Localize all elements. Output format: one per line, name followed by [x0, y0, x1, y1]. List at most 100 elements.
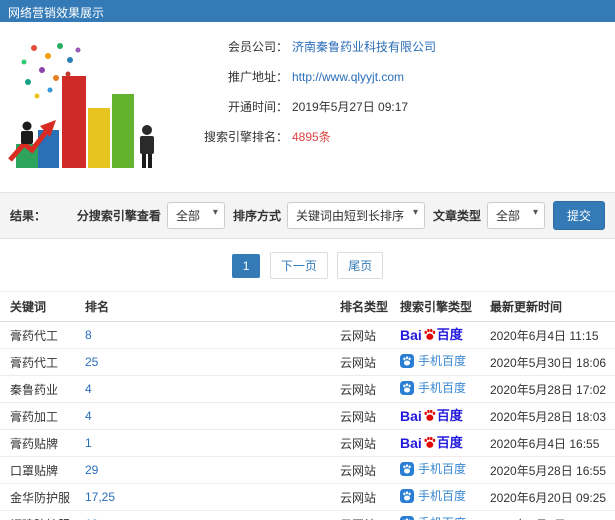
table-row: 膏药代工 8 云网站 Bai 百度 2020年6月4日 11:15: [0, 321, 615, 349]
cell-update-time: 2020年6月4日 11:15: [490, 321, 615, 349]
paw-icon: [424, 409, 436, 421]
header-engine-type: 搜索引擎类型: [400, 291, 490, 322]
rank-link[interactable]: 17,25: [85, 490, 115, 504]
mobile-baidu-icon: [400, 380, 414, 395]
info-row-open-time: 开通时间： 2019年5月27日 09:17: [180, 98, 436, 115]
ranking-table: 关键词 排名 排名类型 搜索引擎类型 最新更新时间 膏药代工 8 云网站 Bai…: [0, 291, 615, 520]
cell-rank: 4: [85, 375, 340, 403]
header-keyword: 关键词: [0, 291, 85, 322]
cell-keyword: 口罩贴牌: [0, 456, 85, 484]
cell-rank: 29: [85, 456, 340, 484]
cell-update-time: 2020年5月30日 18:06: [490, 348, 615, 376]
table-row: 福建防护服 10 云网站 手机百度 2020年6月4日 11:10: [0, 510, 615, 520]
rank-link[interactable]: 4: [85, 382, 92, 396]
submit-button[interactable]: 提交: [552, 201, 605, 230]
info-row-ranking-count: 搜索引擎排名： 4895条: [180, 128, 436, 145]
company-label: 会员公司：: [227, 40, 288, 54]
cell-update-time: 2020年6月20日 09:25: [490, 483, 615, 511]
chevron-down-icon: ▾: [412, 207, 418, 218]
mobile-baidu-icon: [400, 353, 414, 368]
promo-url-link[interactable]: http://www.qlyyjt.com: [292, 70, 404, 84]
cell-update-time: 2020年6月4日 11:10: [490, 510, 615, 520]
cell-update-time: 2020年5月28日 18:03: [490, 402, 615, 430]
cell-rank: 8: [85, 321, 340, 349]
mobile-baidu-label: 手机百度: [418, 488, 467, 503]
cell-engine: Bai 百度: [400, 321, 490, 349]
cell-rank-type: 云网站: [340, 483, 400, 511]
ranking-count-value: 4895条: [292, 130, 331, 144]
rank-link[interactable]: 25: [85, 355, 98, 369]
filter-bar: 结果： 分搜索引擎查看 全部 ▾ 排序方式 关键词由短到长排序 ▾ 文章类型 全…: [0, 192, 615, 239]
mobile-baidu-logo: 手机百度: [400, 353, 467, 368]
paw-icon: [424, 436, 436, 448]
page-number-current[interactable]: 1: [231, 254, 261, 278]
open-time-value: 2019年5月27日 09:17: [292, 100, 409, 114]
cell-rank-type: 云网站: [340, 375, 400, 403]
rank-link[interactable]: 1: [85, 436, 92, 450]
chevron-down-icon: ▾: [212, 207, 218, 218]
rank-link[interactable]: 8: [85, 328, 92, 342]
open-time-label: 开通时间：: [227, 100, 288, 114]
engine-filter-value: 全部: [175, 209, 200, 223]
page-title: 网络营销效果展示: [8, 6, 105, 20]
cell-update-time: 2020年5月28日 16:55: [490, 456, 615, 484]
cell-keyword: 膏药贴牌: [0, 429, 85, 457]
table-row: 膏药代工 25 云网站 手机百度 2020年5月30日 18:06: [0, 348, 615, 376]
rank-link[interactable]: 4: [85, 409, 92, 423]
member-info: 会员公司： 济南秦鲁药业科技有限公司 推广地址： http://www.qlyy…: [180, 30, 436, 182]
mobile-baidu-label: 手机百度: [418, 517, 466, 520]
article-type-label: 文章类型: [432, 209, 481, 223]
mobile-baidu-logo: 手机百度: [400, 380, 467, 395]
company-name-link[interactable]: 济南秦鲁药业科技有限公司: [292, 38, 436, 55]
rank-link[interactable]: 29: [85, 463, 98, 477]
cell-rank-type: 云网站: [340, 510, 400, 520]
mobile-baidu-logo: 手机百度: [400, 515, 466, 520]
bar-chart-graphic: [8, 43, 154, 168]
cell-keyword: 秦鲁药业: [0, 375, 85, 403]
cell-rank-type: 云网站: [340, 402, 400, 430]
info-row-url: 推广地址： http://www.qlyyjt.com: [180, 68, 436, 85]
last-page-button[interactable]: 尾页: [337, 252, 384, 279]
mobile-baidu-label: 手机百度: [418, 380, 467, 395]
cell-rank: 1: [85, 429, 340, 457]
top-section: 会员公司： 济南秦鲁药业科技有限公司 推广地址： http://www.qlyy…: [0, 22, 615, 188]
cell-engine: Bai 百度: [400, 429, 490, 457]
table-row: 秦鲁药业 4 云网站 手机百度 2020年5月28日 17:02: [0, 375, 615, 403]
cell-keyword: 膏药代工: [0, 348, 85, 376]
article-type-select[interactable]: 全部 ▾: [486, 202, 545, 229]
chevron-down-icon: ▾: [532, 207, 538, 218]
cell-engine: 手机百度: [400, 456, 490, 484]
cell-update-time: 2020年5月28日 17:02: [490, 375, 615, 403]
titlebar: 网络营销效果展示: [0, 0, 615, 22]
mobile-baidu-icon: [400, 488, 414, 503]
mobile-baidu-icon: [400, 461, 414, 476]
engine-filter-select[interactable]: 全部 ▾: [166, 202, 225, 229]
baidu-logo: Bai 百度: [400, 407, 463, 424]
ranking-count-label: 搜索引擎排名：: [203, 130, 288, 144]
result-label: 结果：: [10, 209, 47, 223]
engine-filter-label: 分搜索引擎查看: [76, 209, 161, 223]
mobile-baidu-label: 手机百度: [418, 353, 467, 368]
header-rank: 排名: [85, 291, 340, 322]
filter-controls: 分搜索引擎查看 全部 ▾ 排序方式 关键词由短到长排序 ▾ 文章类型 全部 ▾ …: [75, 201, 605, 230]
promo-url-label: 推广地址：: [227, 70, 288, 84]
next-page-button[interactable]: 下一页: [269, 252, 328, 279]
pagination: 1 下一页 尾页: [0, 239, 615, 291]
marketing-chart-image: [0, 30, 180, 182]
cell-update-time: 2020年6月4日 16:55: [490, 429, 615, 457]
sort-order-label: 排序方式: [232, 209, 281, 223]
cell-rank: 10: [85, 510, 340, 520]
article-type-value: 全部: [495, 209, 520, 223]
cell-rank: 17,25: [85, 483, 340, 511]
paw-icon: [424, 328, 436, 340]
mobile-baidu-logo: 手机百度: [400, 461, 466, 476]
cell-engine: Bai 百度: [400, 402, 490, 430]
cell-rank: 25: [85, 348, 340, 376]
baidu-logo: Bai 百度: [400, 326, 463, 343]
info-row-company: 会员公司： 济南秦鲁药业科技有限公司: [180, 38, 436, 55]
table-row: 膏药加工 4 云网站 Bai 百度 2020年5月28日 18:03: [0, 402, 615, 430]
cell-keyword: 膏药加工: [0, 402, 85, 430]
cell-engine: 手机百度: [400, 510, 490, 520]
sort-order-select[interactable]: 关键词由短到长排序 ▾: [286, 202, 425, 229]
cell-rank-type: 云网站: [340, 429, 400, 457]
